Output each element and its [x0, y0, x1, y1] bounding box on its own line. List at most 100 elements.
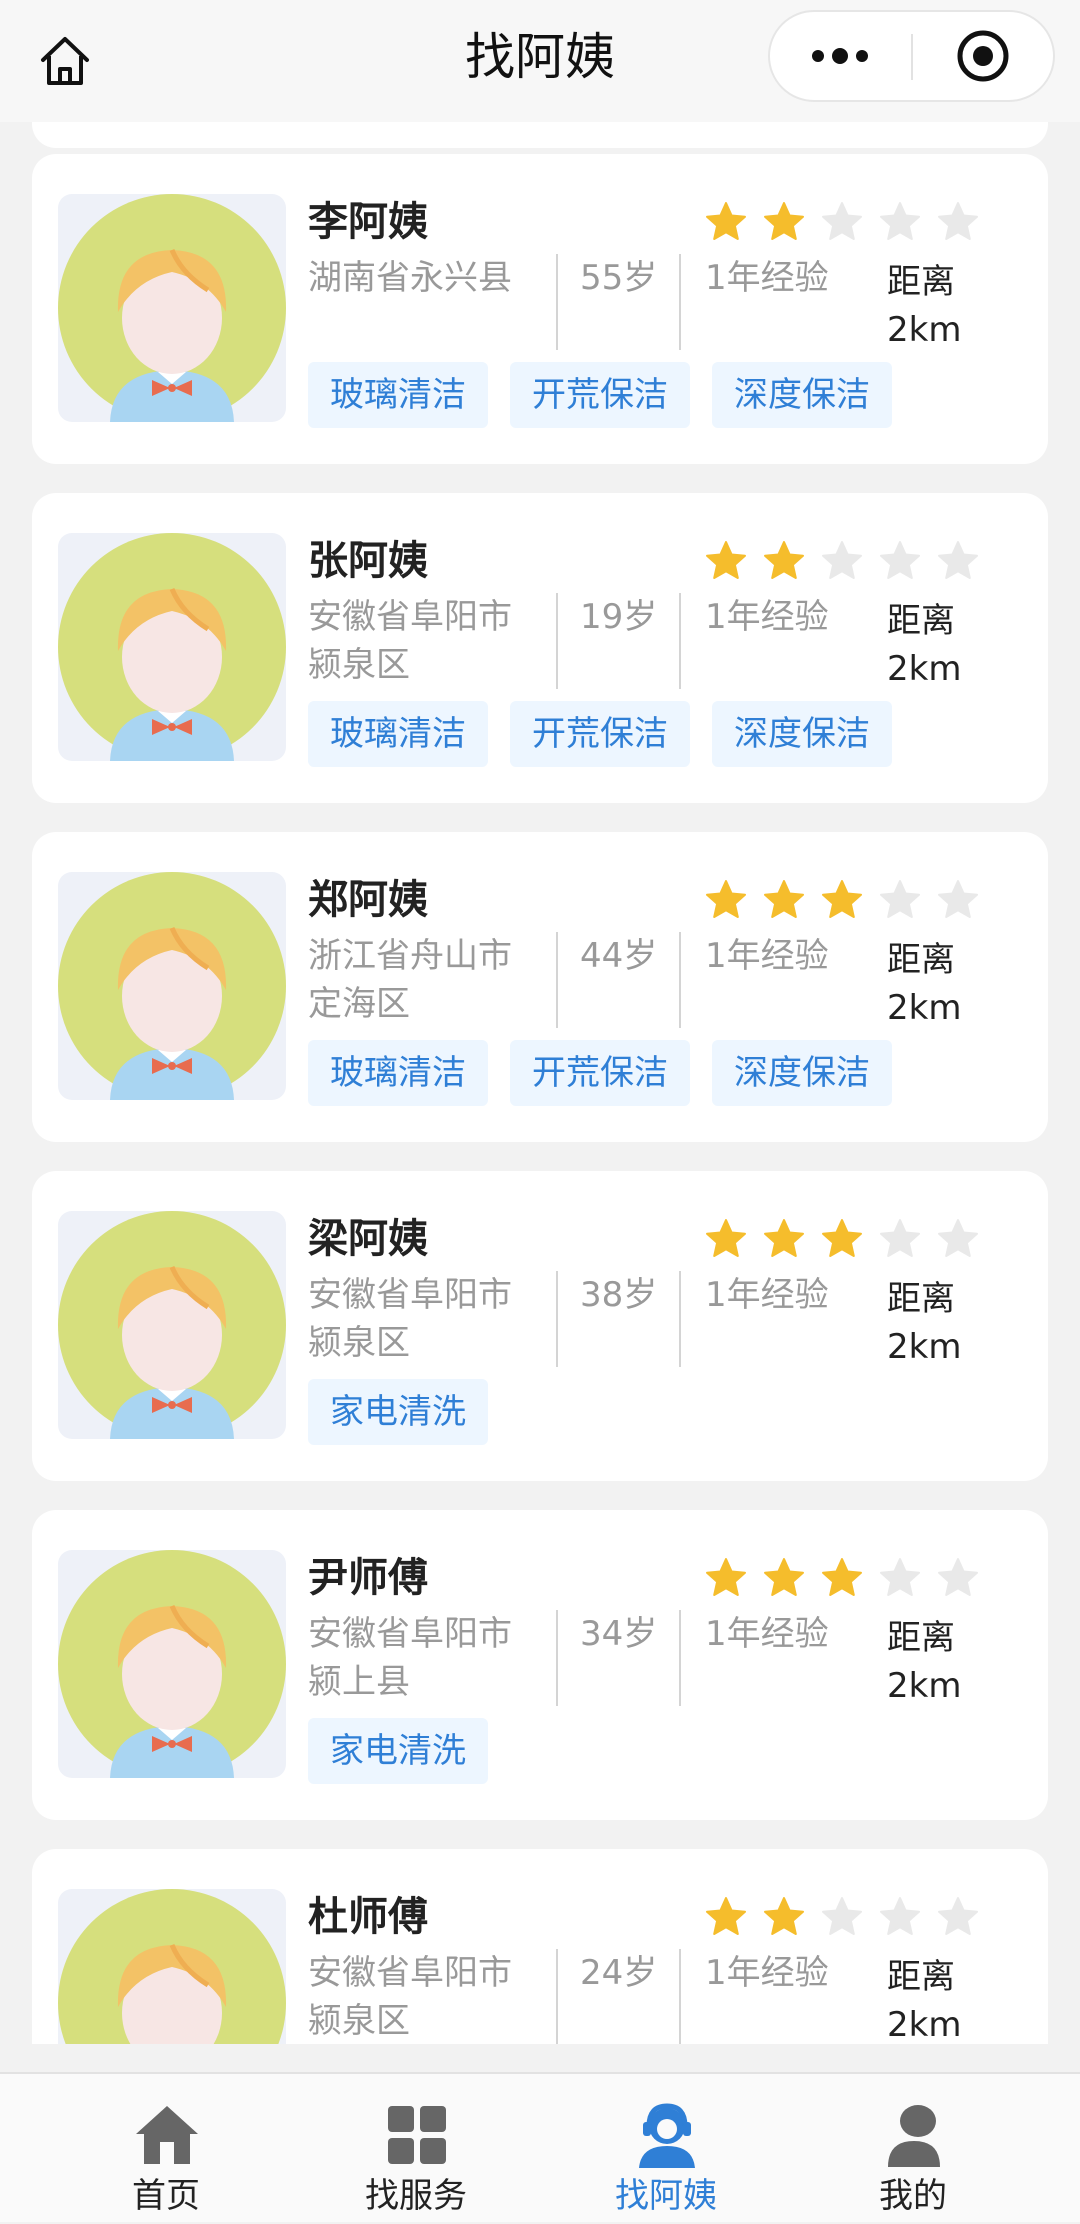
worker-experience: 1年经验	[705, 258, 829, 298]
navigation-bar: 找阿姨	[0, 0, 1080, 122]
star-filled-icon	[704, 200, 748, 244]
divider	[556, 1610, 558, 1706]
tab-home[interactable]: 首页	[66, 2074, 266, 2224]
grid-icon	[382, 2100, 452, 2170]
worker-card[interactable]: 张阿姨 安徽省阜阳市颍泉区 19岁 1年经验 距离 2km 玻璃清洁 开荒保洁 深度…	[32, 493, 1048, 803]
divider	[679, 1949, 681, 2044]
star-empty-icon	[878, 1556, 922, 1600]
divider	[556, 932, 558, 1028]
star-filled-icon	[704, 1895, 748, 1939]
worker-address: 湖南省永兴县	[308, 258, 512, 298]
home-icon	[132, 2100, 202, 2170]
distance-label: 距离	[887, 601, 955, 641]
rating-stars	[704, 1895, 980, 1939]
distance-label: 距离	[887, 1279, 955, 1319]
star-empty-icon	[936, 878, 980, 922]
more-options-icon[interactable]	[770, 12, 910, 100]
star-filled-icon	[704, 1556, 748, 1600]
worker-age: 19岁	[580, 597, 658, 637]
tab-user[interactable]: 我的	[813, 2074, 1013, 2224]
previous-card-edge	[32, 122, 1048, 148]
tab-grid[interactable]: 找服务	[316, 2074, 516, 2224]
star-empty-icon	[820, 1895, 864, 1939]
tab-label: 找服务	[365, 2176, 467, 2216]
star-filled-icon	[762, 1217, 806, 1261]
tab-bar: 首页 找服务 找阿姨 我的	[0, 2072, 1080, 2222]
worker-age: 34岁	[580, 1614, 658, 1654]
distance-value: 2km	[887, 310, 962, 350]
star-empty-icon	[820, 539, 864, 583]
distance-value: 2km	[887, 1327, 962, 1367]
service-tag: 深度保洁	[712, 362, 892, 428]
worker-distance: 距离 2km	[887, 1614, 1007, 1710]
star-filled-icon	[762, 200, 806, 244]
worker-distance: 距离 2km	[887, 936, 1007, 1032]
star-empty-icon	[878, 200, 922, 244]
person-headset-icon	[632, 2100, 702, 2170]
tab-label: 我的	[879, 2176, 947, 2216]
worker-age: 38岁	[580, 1275, 658, 1315]
avatar	[58, 872, 286, 1100]
service-tag: 开荒保洁	[510, 701, 690, 767]
service-tag: 家电清洗	[308, 1379, 488, 1445]
star-empty-icon	[820, 200, 864, 244]
miniprogram-capsule	[768, 10, 1055, 102]
distance-value: 2km	[887, 2005, 962, 2044]
star-filled-icon	[704, 1217, 748, 1261]
worker-name: 李阿姨	[308, 199, 428, 245]
worker-age: 44岁	[580, 936, 658, 976]
avatar	[58, 533, 286, 761]
worker-distance: 距离 2km	[887, 1953, 1007, 2044]
avatar	[58, 1211, 286, 1439]
star-empty-icon	[936, 1217, 980, 1261]
distance-value: 2km	[887, 649, 962, 689]
close-miniprogram-icon[interactable]	[913, 12, 1053, 100]
star-filled-icon	[820, 1217, 864, 1261]
star-empty-icon	[936, 200, 980, 244]
avatar	[58, 1889, 286, 2044]
star-empty-icon	[936, 539, 980, 583]
worker-card[interactable]: 尹师傅 安徽省阜阳市颍上县 34岁 1年经验 距离 2km 家电清洗	[32, 1510, 1048, 1820]
worker-list[interactable]: 李阿姨 湖南省永兴县 55岁 1年经验 距离 2km 玻璃清洁 开荒保洁 深度保洁 …	[0, 122, 1080, 2044]
worker-card[interactable]: 杜师傅 安徽省阜阳市颍泉区 24岁 1年经验 距离 2km	[32, 1849, 1048, 2044]
service-tag: 玻璃清洁	[308, 1040, 488, 1106]
distance-label: 距离	[887, 1618, 955, 1658]
rating-stars	[704, 539, 980, 583]
star-empty-icon	[878, 1217, 922, 1261]
service-tag: 深度保洁	[712, 1040, 892, 1106]
star-empty-icon	[878, 1895, 922, 1939]
avatar	[58, 194, 286, 422]
star-empty-icon	[878, 878, 922, 922]
worker-name: 梁阿姨	[308, 1216, 428, 1262]
worker-address: 浙江省舟山市定海区	[308, 936, 512, 1024]
divider	[556, 593, 558, 689]
star-filled-icon	[762, 1556, 806, 1600]
distance-label: 距离	[887, 1957, 955, 1997]
distance-value: 2km	[887, 1666, 962, 1706]
service-tag: 深度保洁	[712, 701, 892, 767]
service-tag: 玻璃清洁	[308, 701, 488, 767]
tab-label: 首页	[132, 2176, 200, 2216]
worker-card[interactable]: 郑阿姨 浙江省舟山市定海区 44岁 1年经验 距离 2km 玻璃清洁 开荒保洁 深度…	[32, 832, 1048, 1142]
star-empty-icon	[936, 1895, 980, 1939]
star-filled-icon	[704, 878, 748, 922]
service-tag: 开荒保洁	[510, 362, 690, 428]
divider	[556, 254, 558, 350]
worker-experience: 1年经验	[705, 1275, 829, 1315]
worker-card[interactable]: 李阿姨 湖南省永兴县 55岁 1年经验 距离 2km 玻璃清洁 开荒保洁 深度保洁	[32, 154, 1048, 464]
worker-age: 24岁	[580, 1953, 658, 1993]
service-tags: 家电清洗	[308, 1379, 488, 1445]
star-filled-icon	[762, 878, 806, 922]
service-tag: 玻璃清洁	[308, 362, 488, 428]
worker-name: 尹师傅	[308, 1555, 428, 1601]
divider	[679, 1610, 681, 1706]
worker-card[interactable]: 梁阿姨 安徽省阜阳市颍泉区 38岁 1年经验 距离 2km 家电清洗	[32, 1171, 1048, 1481]
star-filled-icon	[820, 878, 864, 922]
service-tags: 玻璃清洁 开荒保洁 深度保洁	[308, 701, 892, 767]
worker-distance: 距离 2km	[887, 1275, 1007, 1371]
worker-distance: 距离 2km	[887, 258, 1007, 354]
worker-name: 郑阿姨	[308, 877, 428, 923]
tab-person-headset[interactable]: 找阿姨	[566, 2074, 766, 2224]
distance-label: 距离	[887, 262, 955, 302]
worker-experience: 1年经验	[705, 597, 829, 637]
